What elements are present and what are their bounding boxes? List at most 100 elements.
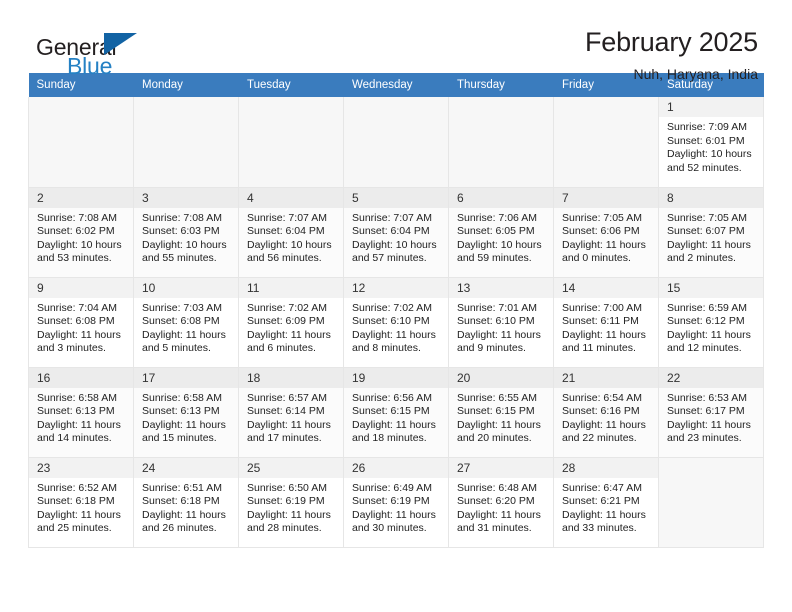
sunrise-text: Sunrise: 7:02 AM xyxy=(352,301,432,314)
day-number: 25 xyxy=(239,457,343,478)
calendar-day-cell[interactable]: 14 Sunrise: 7:00 AM Sunset: 6:11 PM Dayligh… xyxy=(553,277,659,368)
day-number: 20 xyxy=(449,367,553,388)
calendar-day-cell[interactable]: 3 Sunrise: 7:08 AM Sunset: 6:03 PM Daylight… xyxy=(133,187,239,278)
calendar-day-cell[interactable]: 24 Sunrise: 6:51 AM Sunset: 6:18 PM Dayligh… xyxy=(133,457,239,548)
calendar-day-cell[interactable]: 22 Sunrise: 6:53 AM Sunset: 6:17 PM Dayligh… xyxy=(658,367,764,458)
sunrise-text: Sunrise: 7:04 AM xyxy=(37,301,117,314)
daylight-text: Daylight: 11 hours and 0 minutes. xyxy=(562,238,646,265)
day-cell-content: 12 Sunrise: 7:02 AM Sunset: 6:10 PM Dayligh… xyxy=(344,277,448,367)
sunset-text: Sunset: 6:04 PM xyxy=(352,225,430,238)
day-number: 6 xyxy=(449,187,553,208)
day-cell-content: 6 Sunrise: 7:06 AM Sunset: 6:05 PM Daylight… xyxy=(449,187,553,277)
day-sun-info: Sunrise: 6:59 AM Sunset: 6:12 PM Daylight:… xyxy=(659,298,763,356)
daylight-text: Daylight: 11 hours and 17 minutes. xyxy=(247,418,331,445)
sunset-text: Sunset: 6:20 PM xyxy=(457,495,535,508)
day-cell-content: 10 Sunrise: 7:03 AM Sunset: 6:08 PM Dayligh… xyxy=(134,277,238,367)
calendar-day-cell[interactable]: 1 Sunrise: 7:09 AM Sunset: 6:01 PM Daylight… xyxy=(658,97,764,188)
calendar-day-cell[interactable]: 5 Sunrise: 7:07 AM Sunset: 6:04 PM Daylight… xyxy=(343,187,449,278)
calendar-day-cell-empty xyxy=(343,97,449,188)
day-number: 11 xyxy=(239,277,343,298)
day-cell-content: 27 Sunrise: 6:48 AM Sunset: 6:20 PM Dayligh… xyxy=(449,457,553,547)
day-number: 13 xyxy=(449,277,553,298)
calendar-day-cell[interactable]: 25 Sunrise: 6:50 AM Sunset: 6:19 PM Dayligh… xyxy=(238,457,344,548)
daylight-text: Daylight: 10 hours and 55 minutes. xyxy=(142,238,227,265)
day-sun-info: Sunrise: 6:56 AM Sunset: 6:15 PM Daylight:… xyxy=(344,388,448,446)
logo-flag-icon xyxy=(104,33,137,55)
calendar-day-cell[interactable]: 16 Sunrise: 6:58 AM Sunset: 6:13 PM Dayligh… xyxy=(28,367,134,458)
daylight-text: Daylight: 11 hours and 18 minutes. xyxy=(352,418,436,445)
sunset-text: Sunset: 6:18 PM xyxy=(37,495,115,508)
calendar-day-cell[interactable]: 11 Sunrise: 7:02 AM Sunset: 6:09 PM Dayligh… xyxy=(238,277,344,368)
day-sun-info: Sunrise: 6:52 AM Sunset: 6:18 PM Daylight:… xyxy=(29,478,133,536)
daylight-text: Daylight: 11 hours and 33 minutes. xyxy=(562,508,646,535)
day-cell-content: 4 Sunrise: 7:07 AM Sunset: 6:04 PM Daylight… xyxy=(239,187,343,277)
sunset-text: Sunset: 6:14 PM xyxy=(247,405,325,418)
sunrise-text: Sunrise: 7:08 AM xyxy=(37,211,117,224)
calendar-day-cell[interactable]: 13 Sunrise: 7:01 AM Sunset: 6:10 PM Dayligh… xyxy=(448,277,554,368)
calendar-day-cell[interactable]: 9 Sunrise: 7:04 AM Sunset: 6:08 PM Daylight… xyxy=(28,277,134,368)
sunset-text: Sunset: 6:05 PM xyxy=(457,225,535,238)
day-number: 18 xyxy=(239,367,343,388)
daylight-text: Daylight: 10 hours and 52 minutes. xyxy=(667,148,752,174)
daylight-text: Daylight: 10 hours and 53 minutes. xyxy=(37,238,122,265)
sunrise-text: Sunrise: 7:07 AM xyxy=(352,211,432,224)
calendar-day-cell[interactable]: 27 Sunrise: 6:48 AM Sunset: 6:20 PM Dayligh… xyxy=(448,457,554,548)
daylight-text: Daylight: 11 hours and 6 minutes. xyxy=(247,328,331,355)
calendar-day-cell[interactable]: 7 Sunrise: 7:05 AM Sunset: 6:06 PM Daylight… xyxy=(553,187,659,278)
day-cell-content: 3 Sunrise: 7:08 AM Sunset: 6:03 PM Daylight… xyxy=(134,187,238,277)
calendar-day-cell[interactable]: 21 Sunrise: 6:54 AM Sunset: 6:16 PM Dayligh… xyxy=(553,367,659,458)
calendar-day-cell[interactable]: 17 Sunrise: 6:58 AM Sunset: 6:13 PM Dayligh… xyxy=(133,367,239,458)
sunrise-text: Sunrise: 6:51 AM xyxy=(142,481,222,494)
logo-general-blue[interactable]: General Blue xyxy=(36,26,166,80)
sunrise-text: Sunrise: 6:58 AM xyxy=(37,391,117,404)
calendar-day-cell-empty xyxy=(448,97,554,188)
calendar-day-cell-empty xyxy=(658,457,764,548)
calendar-day-cell[interactable]: 23 Sunrise: 6:52 AM Sunset: 6:18 PM Dayligh… xyxy=(28,457,134,548)
day-sun-info: Sunrise: 6:51 AM Sunset: 6:18 PM Daylight:… xyxy=(134,478,238,536)
day-sun-info: Sunrise: 6:55 AM Sunset: 6:15 PM Daylight:… xyxy=(449,388,553,446)
calendar-day-cell[interactable]: 12 Sunrise: 7:02 AM Sunset: 6:10 PM Dayligh… xyxy=(343,277,449,368)
calendar-day-cell[interactable]: 19 Sunrise: 6:56 AM Sunset: 6:15 PM Dayligh… xyxy=(343,367,449,458)
daylight-text: Daylight: 11 hours and 31 minutes. xyxy=(457,508,541,535)
daylight-text: Daylight: 10 hours and 56 minutes. xyxy=(247,238,332,265)
sunset-text: Sunset: 6:10 PM xyxy=(457,315,535,328)
sunset-text: Sunset: 6:02 PM xyxy=(37,225,115,238)
calendar-day-cell[interactable]: 28 Sunrise: 6:47 AM Sunset: 6:21 PM Dayligh… xyxy=(553,457,659,548)
daylight-text: Daylight: 11 hours and 23 minutes. xyxy=(667,418,751,445)
day-sun-info: Sunrise: 6:47 AM Sunset: 6:21 PM Daylight:… xyxy=(554,478,658,536)
sunset-text: Sunset: 6:01 PM xyxy=(667,134,745,147)
sunset-text: Sunset: 6:15 PM xyxy=(352,405,430,418)
calendar-day-cell[interactable]: 18 Sunrise: 6:57 AM Sunset: 6:14 PM Dayligh… xyxy=(238,367,344,458)
calendar-day-cell[interactable]: 2 Sunrise: 7:08 AM Sunset: 6:02 PM Daylight… xyxy=(28,187,134,278)
sunrise-text: Sunrise: 7:05 AM xyxy=(667,211,747,224)
day-cell-content: 23 Sunrise: 6:52 AM Sunset: 6:18 PM Dayligh… xyxy=(29,457,133,547)
calendar-day-cell[interactable]: 26 Sunrise: 6:49 AM Sunset: 6:19 PM Dayligh… xyxy=(343,457,449,548)
calendar-day-cell[interactable]: 8 Sunrise: 7:05 AM Sunset: 6:07 PM Daylight… xyxy=(658,187,764,278)
sunrise-text: Sunrise: 7:02 AM xyxy=(247,301,327,314)
sunrise-text: Sunrise: 7:03 AM xyxy=(142,301,222,314)
sunset-text: Sunset: 6:07 PM xyxy=(667,225,745,238)
sunrise-text: Sunrise: 6:55 AM xyxy=(457,391,537,404)
daylight-text: Daylight: 11 hours and 26 minutes. xyxy=(142,508,226,535)
calendar-day-cell[interactable]: 4 Sunrise: 7:07 AM Sunset: 6:04 PM Daylight… xyxy=(238,187,344,278)
calendar-day-cell-empty xyxy=(238,97,344,188)
sunrise-text: Sunrise: 6:50 AM xyxy=(247,481,327,494)
day-cell-content: 16 Sunrise: 6:58 AM Sunset: 6:13 PM Dayligh… xyxy=(29,367,133,457)
day-sun-info: Sunrise: 6:58 AM Sunset: 6:13 PM Daylight:… xyxy=(134,388,238,446)
daylight-text: Daylight: 11 hours and 9 minutes. xyxy=(457,328,541,355)
day-number: 1 xyxy=(659,97,763,117)
calendar-day-cell[interactable]: 10 Sunrise: 7:03 AM Sunset: 6:08 PM Dayligh… xyxy=(133,277,239,368)
calendar-day-cell[interactable]: 20 Sunrise: 6:55 AM Sunset: 6:15 PM Dayligh… xyxy=(448,367,554,458)
calendar-day-cell[interactable]: 15 Sunrise: 6:59 AM Sunset: 6:12 PM Dayligh… xyxy=(658,277,764,368)
day-number: 22 xyxy=(659,367,763,388)
day-sun-info: Sunrise: 7:09 AM Sunset: 6:01 PM Daylight:… xyxy=(659,117,763,175)
sunrise-text: Sunrise: 6:56 AM xyxy=(352,391,432,404)
day-cell-content: 22 Sunrise: 6:53 AM Sunset: 6:17 PM Dayligh… xyxy=(659,367,763,457)
day-cell-content: 25 Sunrise: 6:50 AM Sunset: 6:19 PM Dayligh… xyxy=(239,457,343,547)
day-sun-info: Sunrise: 6:48 AM Sunset: 6:20 PM Daylight:… xyxy=(449,478,553,536)
day-number: 4 xyxy=(239,187,343,208)
sunset-text: Sunset: 6:19 PM xyxy=(352,495,430,508)
calendar-day-cell[interactable]: 6 Sunrise: 7:06 AM Sunset: 6:05 PM Daylight… xyxy=(448,187,554,278)
day-cell-content: 18 Sunrise: 6:57 AM Sunset: 6:14 PM Dayligh… xyxy=(239,367,343,457)
day-number: 12 xyxy=(344,277,448,298)
